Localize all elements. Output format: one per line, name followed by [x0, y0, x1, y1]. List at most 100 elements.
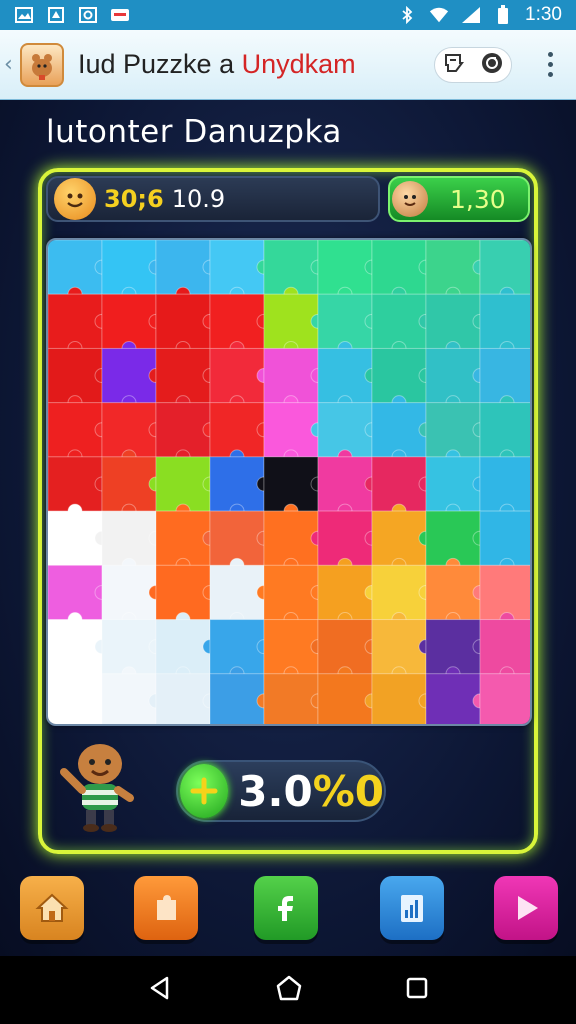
- puzzle-piece[interactable]: [48, 564, 110, 628]
- puzzle-piece[interactable]: [263, 619, 326, 682]
- puzzle-piece[interactable]: [209, 240, 272, 302]
- puzzle-piece[interactable]: [425, 402, 488, 465]
- puzzle-piece[interactable]: [317, 402, 380, 465]
- puzzle-piece[interactable]: [479, 456, 532, 519]
- puzzle-piece[interactable]: [479, 240, 532, 302]
- puzzle-piece[interactable]: [209, 510, 272, 573]
- app-title: Iud Puzzke a Unydkam: [78, 49, 356, 80]
- back-button[interactable]: [147, 975, 173, 1005]
- puzzle-piece[interactable]: [479, 673, 532, 726]
- puzzle-piece[interactable]: [101, 293, 164, 356]
- puzzle-piece[interactable]: [425, 673, 488, 726]
- puzzle-piece[interactable]: [371, 402, 434, 465]
- home-button[interactable]: [20, 876, 84, 940]
- puzzle-piece[interactable]: [155, 347, 218, 411]
- puzzle-piece[interactable]: [155, 293, 218, 356]
- puzzle-piece[interactable]: [48, 293, 110, 356]
- play-button[interactable]: [494, 876, 558, 940]
- puzzle-piece[interactable]: [263, 293, 326, 356]
- puzzle-piece[interactable]: [425, 564, 488, 628]
- puzzle-piece[interactable]: [317, 510, 380, 573]
- signal-icon: [461, 7, 481, 23]
- puzzle-piece[interactable]: [371, 510, 434, 573]
- puzzle-piece[interactable]: [317, 564, 380, 628]
- puzzle-piece[interactable]: [209, 456, 272, 519]
- puzzle-piece[interactable]: [263, 564, 326, 628]
- puzzle-piece[interactable]: [371, 456, 434, 519]
- puzzle-piece[interactable]: [155, 673, 218, 726]
- puzzle-piece[interactable]: [155, 402, 218, 465]
- puzzle-piece[interactable]: [48, 456, 110, 519]
- puzzle-board[interactable]: [46, 238, 532, 726]
- puzzle-piece[interactable]: [101, 564, 164, 628]
- app-logo-icon[interactable]: [20, 42, 64, 87]
- puzzle-piece[interactable]: [155, 510, 218, 573]
- puzzle-piece[interactable]: [317, 347, 380, 411]
- puzzle-piece[interactable]: [317, 619, 380, 682]
- home-system-button[interactable]: [275, 974, 303, 1006]
- puzzle-piece[interactable]: [209, 293, 272, 356]
- refresh-icon[interactable]: [480, 51, 504, 79]
- puzzle-piece[interactable]: [317, 240, 380, 302]
- puzzle-piece[interactable]: [48, 240, 110, 302]
- puzzle-piece[interactable]: [101, 510, 164, 573]
- puzzle-piece[interactable]: [209, 673, 272, 726]
- puzzle-piece[interactable]: [48, 347, 110, 411]
- puzzle-piece[interactable]: [479, 510, 532, 573]
- puzzle-piece[interactable]: [479, 564, 532, 628]
- puzzle-piece[interactable]: [317, 673, 380, 726]
- puzzle-piece[interactable]: [155, 456, 218, 519]
- puzzle-piece[interactable]: [155, 240, 218, 302]
- puzzle-piece[interactable]: [155, 619, 218, 682]
- puzzle-piece[interactable]: [155, 564, 218, 628]
- puzzle-piece[interactable]: [101, 402, 164, 465]
- puzzle-piece[interactable]: [425, 347, 488, 411]
- puzzle-piece[interactable]: [479, 347, 532, 411]
- overflow-menu-icon[interactable]: [546, 52, 554, 77]
- puzzle-piece[interactable]: [425, 510, 488, 573]
- puzzle-piece[interactable]: [425, 240, 488, 302]
- puzzle-piece[interactable]: [263, 510, 326, 573]
- puzzle-piece[interactable]: [263, 347, 326, 411]
- recents-button[interactable]: [405, 976, 429, 1004]
- puzzle-piece[interactable]: [371, 619, 434, 682]
- puzzle-piece[interactable]: [317, 456, 380, 519]
- back-chevron-icon[interactable]: ‹: [4, 52, 18, 77]
- puzzle-piece[interactable]: [263, 240, 326, 302]
- puzzle-piece[interactable]: [425, 619, 488, 682]
- puzzle-piece[interactable]: [371, 240, 434, 302]
- puzzle-piece[interactable]: [479, 619, 532, 682]
- puzzle-piece[interactable]: [209, 402, 272, 465]
- pieces-button[interactable]: [134, 876, 198, 940]
- share-icon[interactable]: [442, 51, 466, 79]
- puzzle-piece[interactable]: [48, 673, 110, 726]
- puzzle-piece[interactable]: [101, 347, 164, 411]
- coin-pill[interactable]: 1,30: [388, 176, 530, 222]
- puzzle-piece[interactable]: [263, 456, 326, 519]
- puzzle-piece[interactable]: [263, 402, 326, 465]
- stats-button[interactable]: [380, 876, 444, 940]
- puzzle-piece[interactable]: [209, 564, 272, 628]
- puzzle-piece[interactable]: [371, 347, 434, 411]
- add-button[interactable]: [180, 764, 229, 818]
- puzzle-piece[interactable]: [48, 510, 110, 573]
- puzzle-piece[interactable]: [101, 673, 164, 726]
- puzzle-piece[interactable]: [48, 619, 110, 682]
- puzzle-piece[interactable]: [263, 673, 326, 726]
- puzzle-piece[interactable]: [371, 293, 434, 356]
- facebook-button[interactable]: [254, 876, 318, 940]
- puzzle-grid[interactable]: [48, 240, 532, 726]
- puzzle-piece[interactable]: [425, 293, 488, 356]
- puzzle-piece[interactable]: [101, 619, 164, 682]
- puzzle-piece[interactable]: [479, 402, 532, 465]
- puzzle-piece[interactable]: [209, 619, 272, 682]
- puzzle-piece[interactable]: [101, 456, 164, 519]
- puzzle-piece[interactable]: [209, 347, 272, 411]
- puzzle-piece[interactable]: [48, 402, 110, 465]
- puzzle-piece[interactable]: [425, 456, 488, 519]
- puzzle-piece[interactable]: [371, 564, 434, 628]
- puzzle-piece[interactable]: [371, 673, 434, 726]
- puzzle-piece[interactable]: [479, 293, 532, 356]
- puzzle-piece[interactable]: [101, 240, 164, 302]
- puzzle-piece[interactable]: [317, 293, 380, 356]
